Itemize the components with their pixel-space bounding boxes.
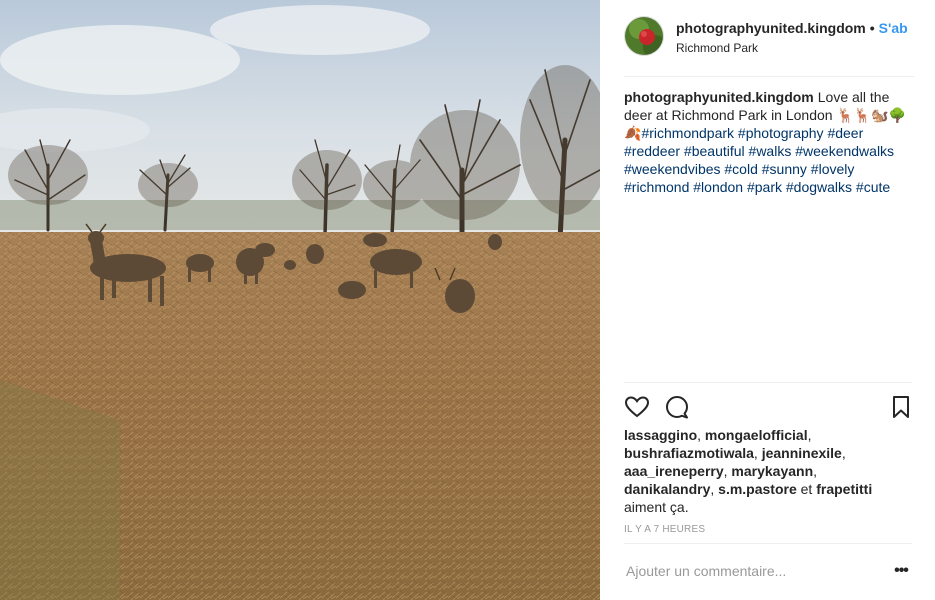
bookmark-icon[interactable] [888,394,914,420]
liker-link[interactable]: marykayann [731,463,813,479]
liker-link[interactable]: danikalandry [624,481,710,497]
liker-link[interactable]: aaa_ireneperry [624,463,724,479]
caption-hashtags[interactable]: #richmondpark #photography #deer #reddee… [624,125,894,195]
follow-button[interactable]: S'ab [879,20,908,36]
action-bar [624,392,914,420]
divider [624,543,912,544]
separator-dot: • [869,20,875,36]
username-link[interactable]: photographyunited.kingdom [676,20,866,36]
liker-link[interactable]: lassaggino [624,427,697,443]
speech-bubble-icon[interactable] [664,394,690,420]
liker-link[interactable]: mongaelofficial [705,427,808,443]
post-header: photographyunited.kingdom • S'ab Richmond … [624,16,914,77]
likes-conjunction: et [800,481,813,497]
avatar[interactable] [624,16,664,56]
deer-landscape-image [0,0,600,600]
post-timestamp[interactable]: IL Y A 7 HEURES [624,524,705,535]
liker-link[interactable]: s.m.pastore [718,481,797,497]
caption-username-link[interactable]: photographyunited.kingdom [624,89,814,105]
liker-link[interactable]: frapetitti [816,481,872,497]
avatar-image [625,17,663,55]
heart-icon[interactable] [624,394,650,420]
post-photo[interactable] [0,0,600,600]
post-side-panel: photographyunited.kingdom • S'ab Richmond … [600,0,935,600]
liker-link[interactable]: jeanninexile [762,445,842,461]
location-link[interactable]: Richmond Park [676,41,758,55]
comment-input[interactable] [624,556,888,586]
likes-suffix: aiment ça. [624,499,689,515]
header-handle-row: photographyunited.kingdom • S'ab [676,20,921,36]
post-caption: photographyunited.kingdom Love all the de… [624,88,914,196]
liker-link[interactable]: bushrafiazmotiwala [624,445,754,461]
more-options-button[interactable]: ••• [890,561,912,581]
likes-summary: lassaggino, mongaelofficial, bushrafiazm… [624,427,873,515]
divider [624,382,912,383]
